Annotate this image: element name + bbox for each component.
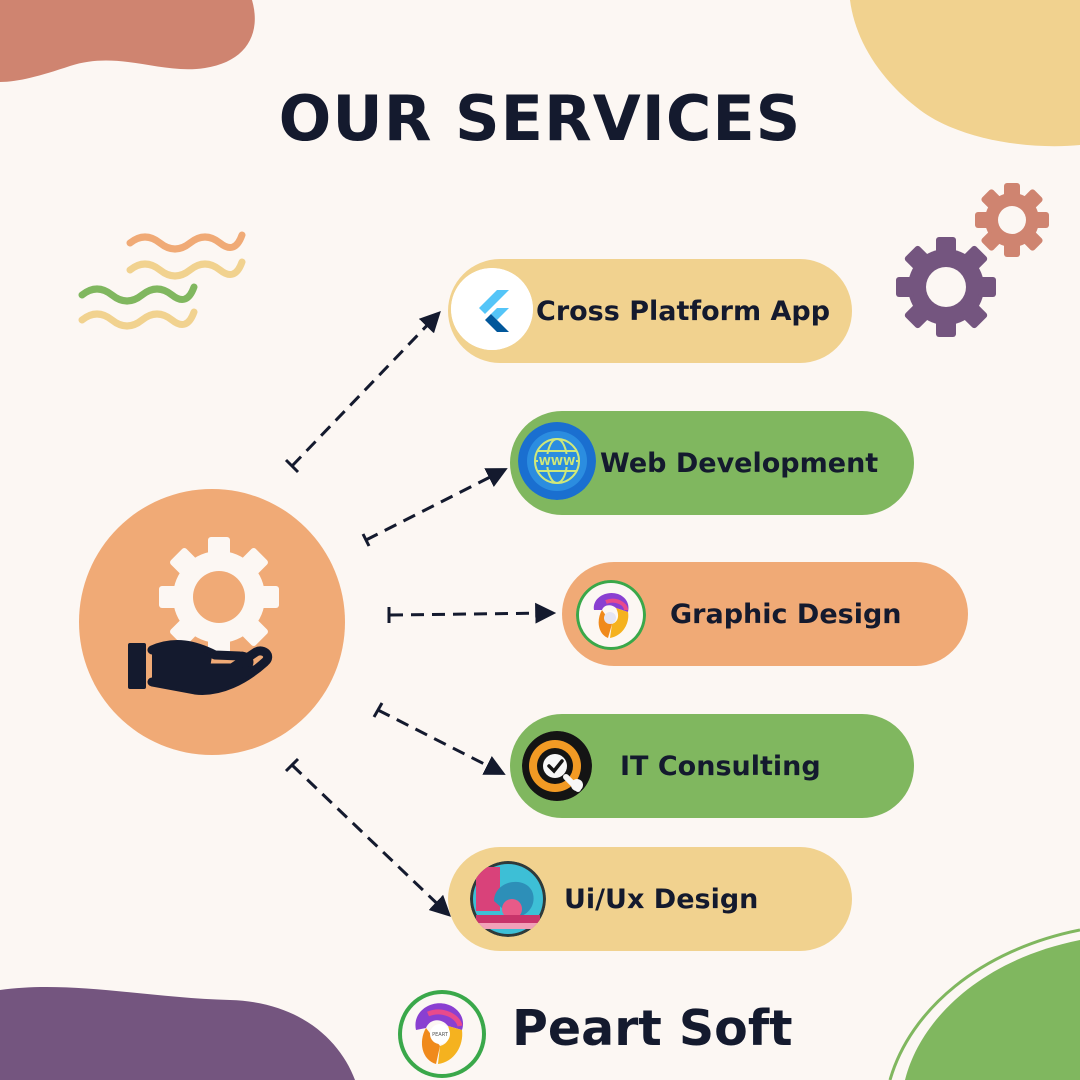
service-ui-ux-design: Ui/Ux Design [448,847,852,951]
service-label: Graphic Design [670,598,902,630]
service-graphic-design: Graphic Design [562,562,968,666]
gear-icon [896,237,996,337]
squiggle-lines [78,231,246,330]
blob-bottom-left [0,986,355,1080]
connector-arrow-1 [290,310,441,468]
blob-top-left [0,0,255,82]
services-infographic: OUR SERVICES Cross Platform App WWW Web … [0,0,1080,1080]
service-cross-platform-app: Cross Platform App [448,259,852,363]
connector-arrow-2 [365,468,508,542]
service-web-development: WWW Web Development [510,411,914,515]
service-label: Web Development [600,447,879,479]
service-label: IT Consulting [620,750,821,782]
connector-arrow-4 [377,708,506,775]
3d-shapes-icon [470,861,546,937]
flutter-logo-icon [451,268,533,350]
service-label: Cross Platform App [536,295,831,327]
gear-small-icon [975,183,1049,257]
connector-arrow-5 [290,763,452,917]
brand-name: Peart Soft [512,1000,793,1057]
target-check-icon [522,731,592,801]
service-it-consulting: IT Consulting [510,714,914,818]
page-title: OUR SERVICES [278,82,802,155]
service-label: Ui/Ux Design [564,883,759,915]
svg-text:PEART: PEART [432,1032,449,1038]
brand-logo: PEART [398,990,486,1078]
graphic-design-logo-icon [576,580,646,650]
svg-text:WWW: WWW [539,455,575,468]
globe-www-icon: WWW [518,422,596,500]
connector-arrow-3 [389,602,557,624]
